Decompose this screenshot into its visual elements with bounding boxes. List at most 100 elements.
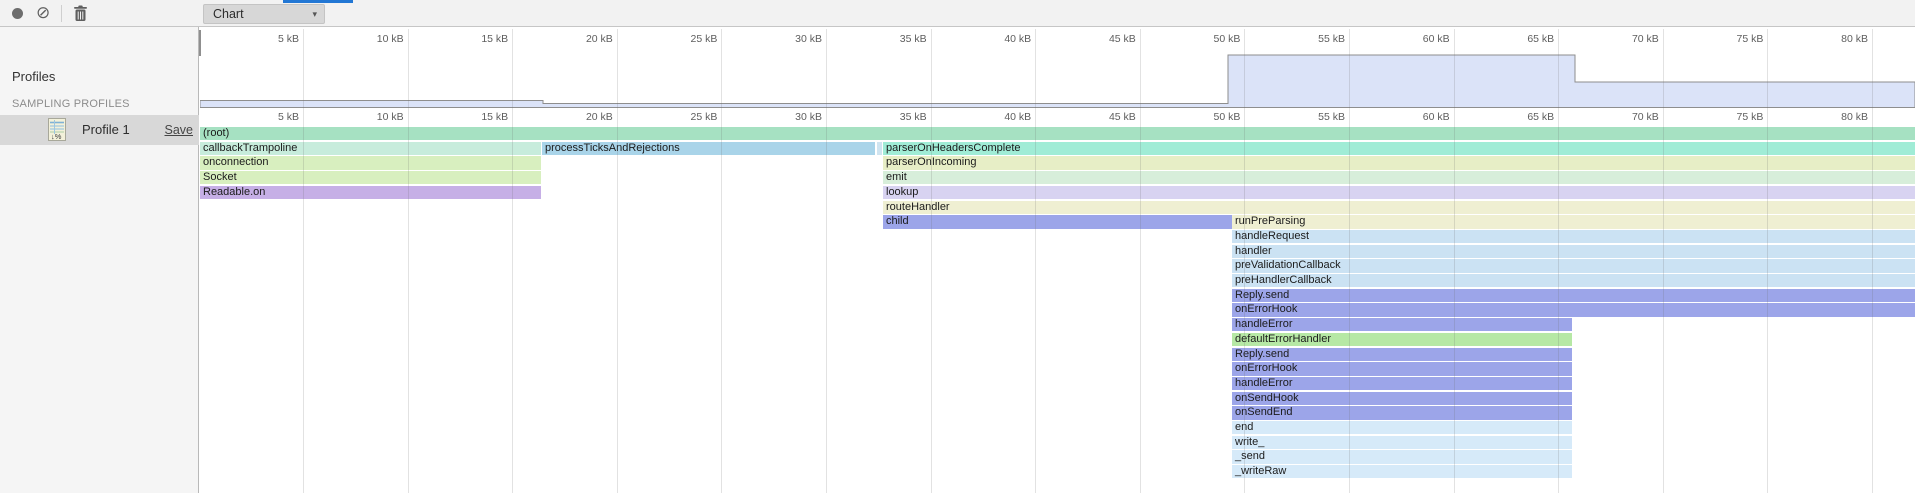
toolbar: ⊘ Chart ▾: [0, 0, 1915, 27]
gridline: [408, 108, 409, 493]
gridline: [1558, 108, 1559, 493]
gridline: [1454, 29, 1455, 108]
gridline: [1349, 29, 1350, 108]
flame-bar[interactable]: handleRequest: [1232, 230, 1915, 243]
flame-bar[interactable]: _writeRaw: [1232, 465, 1572, 478]
flame-bar[interactable]: onSendHook: [1232, 392, 1572, 405]
flame-bar[interactable]: [877, 142, 882, 155]
flame-tick-label: 15 kB: [452, 111, 508, 123]
overview-tick-label: 20 kB: [557, 33, 613, 45]
overview-tick-label: 80 kB: [1812, 33, 1868, 45]
flame-tick-label: 55 kB: [1289, 111, 1345, 123]
flame-bar[interactable]: handleError: [1232, 318, 1572, 331]
gridline: [1767, 108, 1768, 493]
save-link[interactable]: Save: [165, 123, 194, 137]
flame-tick-label: 45 kB: [1080, 111, 1136, 123]
sidebar-item-profile-1[interactable]: ↓% Profile 1 Save: [0, 115, 199, 145]
gridline: [826, 29, 827, 108]
flame-bar[interactable]: routeHandler: [883, 201, 1915, 214]
gridline: [1558, 29, 1559, 108]
chart-view-select[interactable]: Chart ▾: [203, 4, 325, 24]
record-button[interactable]: [12, 8, 23, 19]
flame-bar[interactable]: handleError: [1232, 377, 1572, 390]
flame-tick-label: 65 kB: [1498, 111, 1554, 123]
active-tab-underline: [283, 0, 353, 3]
profile-name: Profile 1: [82, 122, 130, 137]
overview-tick-label: 75 kB: [1707, 33, 1763, 45]
gridline: [721, 29, 722, 108]
gridline: [617, 29, 618, 108]
profile-document-icon: ↓%: [48, 118, 66, 141]
flame-bar[interactable]: write_: [1232, 436, 1572, 449]
toolbar-divider: [61, 5, 62, 22]
flame-bar[interactable]: onErrorHook: [1232, 362, 1572, 375]
flame-bar[interactable]: (root): [200, 127, 1915, 140]
gridline: [1140, 108, 1141, 493]
flame-bar[interactable]: emit: [883, 171, 1915, 184]
gridline: [1035, 29, 1036, 108]
flame-bar[interactable]: parserOnHeadersComplete: [883, 142, 1915, 155]
gridline: [1872, 29, 1873, 108]
flame-bar[interactable]: parserOnIncoming: [883, 156, 1915, 169]
profiler-panel: ⊘ Chart ▾ Profiles SAMPLING PROFILES: [0, 0, 1915, 493]
flame-bar[interactable]: onErrorHook: [1232, 303, 1915, 316]
gridline: [721, 108, 722, 493]
flame-bar[interactable]: end: [1232, 421, 1572, 434]
flame-bar[interactable]: runPreParsing: [1232, 215, 1915, 228]
overview-tick-label: 65 kB: [1498, 33, 1554, 45]
flame-bar[interactable]: onconnection: [200, 156, 541, 169]
flame-tick-label: 40 kB: [975, 111, 1031, 123]
flame-tick-label: 20 kB: [557, 111, 613, 123]
overview-tick-label: 60 kB: [1394, 33, 1450, 45]
flame-tick-label: 35 kB: [871, 111, 927, 123]
flame-bar[interactable]: child: [883, 215, 1232, 228]
gridline: [826, 108, 827, 493]
gridline: [931, 29, 932, 108]
flame-tick-label: 70 kB: [1603, 111, 1659, 123]
flame-bar[interactable]: preValidationCallback: [1232, 259, 1915, 272]
flame-tick-label: 10 kB: [348, 111, 404, 123]
gridline: [303, 29, 304, 108]
gridline: [617, 108, 618, 493]
clear-icon[interactable]: ⊘: [36, 3, 50, 23]
gridline: [1244, 29, 1245, 108]
overview-tick-label: 25 kB: [661, 33, 717, 45]
overview-tick-label: 55 kB: [1289, 33, 1345, 45]
gridline: [1872, 108, 1873, 493]
overview-tick-label: 5 kB: [243, 33, 299, 45]
flame-tick-label: 50 kB: [1184, 111, 1240, 123]
flame-tick-label: 80 kB: [1812, 111, 1868, 123]
sampling-profiles-header: SAMPLING PROFILES: [12, 98, 130, 110]
flame-bar[interactable]: Reply.send: [1232, 289, 1915, 302]
gridline: [1244, 108, 1245, 493]
overview-tick-label: 35 kB: [871, 33, 927, 45]
gridline: [1454, 108, 1455, 493]
flame-tick-label: 25 kB: [661, 111, 717, 123]
flame-bar[interactable]: _send: [1232, 450, 1572, 463]
gridline: [1140, 29, 1141, 108]
gridline: [512, 29, 513, 108]
overview-tick-label: 30 kB: [766, 33, 822, 45]
gridline: [1663, 108, 1664, 493]
flame-bar[interactable]: defaultErrorHandler: [1232, 333, 1572, 346]
flame-bar[interactable]: lookup: [883, 186, 1915, 199]
trash-icon[interactable]: [73, 5, 88, 22]
chevron-down-icon: ▾: [312, 5, 317, 23]
flame-bar[interactable]: Readable.on: [200, 186, 541, 199]
sidebar: Profiles SAMPLING PROFILES ↓% Profile 1 …: [0, 27, 199, 493]
svg-text:↓%: ↓%: [51, 132, 62, 141]
flame-tick-label: 75 kB: [1707, 111, 1763, 123]
flame-tick-label: 60 kB: [1394, 111, 1450, 123]
flame-bar[interactable]: Socket: [200, 171, 541, 184]
flame-bar[interactable]: callbackTrampoline: [200, 142, 541, 155]
flame-bar[interactable]: onSendEnd: [1232, 406, 1572, 419]
overview-tick-label: 40 kB: [975, 33, 1031, 45]
flame-bar[interactable]: Reply.send: [1232, 348, 1572, 361]
flame-bar[interactable]: preHandlerCallback: [1232, 274, 1915, 287]
overview-tick-label: 70 kB: [1603, 33, 1659, 45]
overview-scroll-thumb[interactable]: [199, 30, 201, 56]
gridline: [1767, 29, 1768, 108]
sidebar-title: Profiles: [12, 69, 55, 84]
gridline: [408, 29, 409, 108]
flame-bar[interactable]: handler: [1232, 245, 1915, 258]
